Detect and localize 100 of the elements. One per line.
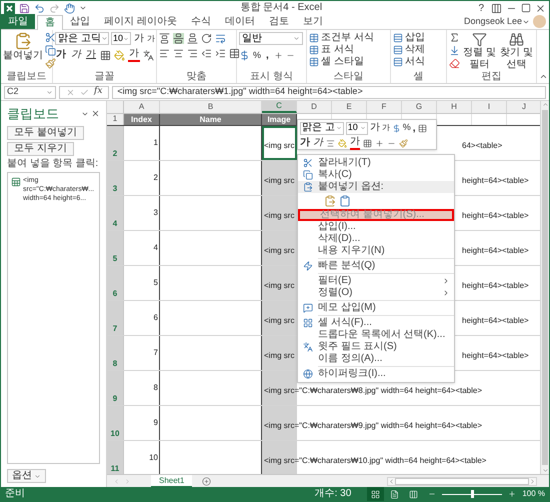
ribbon-tab[interactable]: 수식 [184,14,218,29]
cut-icon[interactable] [45,32,56,43]
percent-button[interactable]: % [253,48,262,62]
align-center-icon[interactable] [173,48,184,59]
row-header[interactable]: 7 [107,301,124,335]
zoom-slider[interactable] [442,489,502,499]
bold-button[interactable]: 가 [300,137,310,149]
ribbon-tab[interactable]: 보기 [296,14,330,29]
row-header[interactable]: 6 [107,266,124,300]
orientation-icon[interactable] [201,33,212,44]
row-header[interactable]: 3 [107,161,124,195]
column-header[interactable]: I [472,101,507,113]
grow-font-button[interactable]: 가 [370,122,380,134]
paste-values-icon[interactable] [339,195,351,207]
active-cell[interactable] [262,126,297,160]
font-size-field[interactable]: 10 [111,32,131,45]
sort-filter-button[interactable]: 정렬 및 필터 [462,32,497,71]
format-painter-icon[interactable] [399,138,408,148]
font-name-field[interactable]: 맑은 고 [300,122,344,134]
ribbon-tab[interactable]: 페이지 레이아웃 [97,14,184,29]
underline-button[interactable]: 가 [85,49,97,61]
column-header[interactable]: F [367,101,402,113]
wrap-text-icon[interactable] [215,33,226,44]
row-header[interactable]: 4 [107,196,124,230]
menu-item[interactable]: 잘라내기(T) [298,157,454,169]
currency-icon[interactable] [239,50,250,61]
caret-icon[interactable] [522,18,530,26]
menu-item[interactable]: 삽입(I)... [298,221,454,233]
row-header[interactable]: 5 [107,231,124,265]
menu-item[interactable]: 셀 서식(F)... [298,317,454,329]
font-size-field[interactable]: 10 [346,122,368,134]
align-right-icon[interactable] [187,48,198,59]
customize-icon[interactable] [79,4,87,12]
cells-button[interactable]: 서식 [393,56,425,68]
row-header[interactable]: 2 [107,126,124,160]
help-button[interactable]: ? [475,1,487,16]
zoom-level[interactable]: 100 % [522,488,545,500]
find-select-button[interactable]: 찾기 및 선택 [499,32,534,71]
style-button[interactable]: 셀 스타일 [309,56,374,68]
menu-item[interactable]: 이름 정의(A)... [298,353,454,365]
borders-icon[interactable] [363,138,372,148]
format-painter-icon[interactable] [45,58,56,69]
options-button[interactable]: 옵션 [7,469,46,483]
sum-icon[interactable] [449,32,460,43]
grow-font-button[interactable]: 가 [133,32,145,44]
vertical-scrollbar[interactable] [540,101,549,474]
menu-item[interactable]: 내용 지우기(N) [298,245,454,257]
style-button[interactable]: 조건부 서식 [309,32,374,44]
comma-button[interactable]: , [412,120,416,136]
column-header[interactable]: G [402,101,437,113]
percent-button[interactable]: % [402,121,411,135]
ribbon-tab[interactable]: 파일 [1,14,35,29]
italic-button[interactable]: 가 [313,137,323,149]
copy-icon[interactable] [45,45,56,56]
undo-icon[interactable] [34,2,45,14]
column-header[interactable]: D [297,101,332,113]
add-sheet-icon[interactable] [202,476,212,486]
selected-cell[interactable] [262,161,297,195]
account-name[interactable]: Dongseok Lee [464,14,522,29]
cells-button[interactable]: 삭제 [393,44,425,56]
sheet-tab[interactable]: Sheet1 [151,474,192,488]
row-header[interactable]: 10 [107,406,124,440]
row-header[interactable]: 9 [107,371,124,405]
font-name-field[interactable]: 맑은 고딕 [55,32,109,45]
fill-color-icon[interactable] [114,50,125,60]
bold-button[interactable]: 가 [55,49,67,61]
view-button[interactable] [367,487,384,501]
scroll-up-icon[interactable] [542,101,548,108]
menu-item[interactable]: 복사(C) [298,169,454,181]
decrease-indent-icon[interactable] [201,48,212,59]
cells-button[interactable]: 삽입 [393,32,425,44]
scroll-left-icon[interactable] [388,478,395,484]
maximize-icon[interactable] [521,3,531,13]
align-left-icon[interactable] [159,48,170,59]
menu-item[interactable]: 하이퍼링크(I)... [298,368,454,380]
phonetic-icon[interactable] [143,50,154,60]
menu-item[interactable]: 필터(E) [298,275,454,287]
bottom-align-icon[interactable] [187,33,198,44]
align-center-icon[interactable] [326,138,335,148]
italic-button[interactable]: 가 [70,49,82,61]
middle-align-icon[interactable] [173,33,184,44]
save-icon[interactable] [19,2,30,14]
shrink-font-button[interactable]: 가 [147,32,155,44]
column-header[interactable]: A [124,101,160,113]
name-box[interactable]: C2 [4,86,56,98]
column-header[interactable]: C [262,101,297,113]
zoom-thumb[interactable] [471,490,474,498]
menu-item[interactable]: 윗주 필드 표시(S) [298,341,454,353]
close-icon[interactable] [535,2,546,14]
paste-option-icon[interactable] [324,195,336,207]
formula-field[interactable]: <img src="C:₩charaters₩1.jpg" width=64 height=64><table> [112,86,546,98]
menu-item[interactable]: 드롭다운 목록에서 선택(K)... [298,329,454,341]
row-header[interactable]: 1 [107,114,124,125]
scrollbar-thumb[interactable] [542,110,548,465]
column-header[interactable]: E [332,101,367,113]
currency-icon[interactable] [392,124,401,132]
font-color-button[interactable]: 가 [350,136,360,150]
horizontal-scrollbar[interactable] [387,476,537,486]
style-button[interactable]: 표 서식 [309,44,374,56]
scroll-down-icon[interactable] [542,467,548,474]
